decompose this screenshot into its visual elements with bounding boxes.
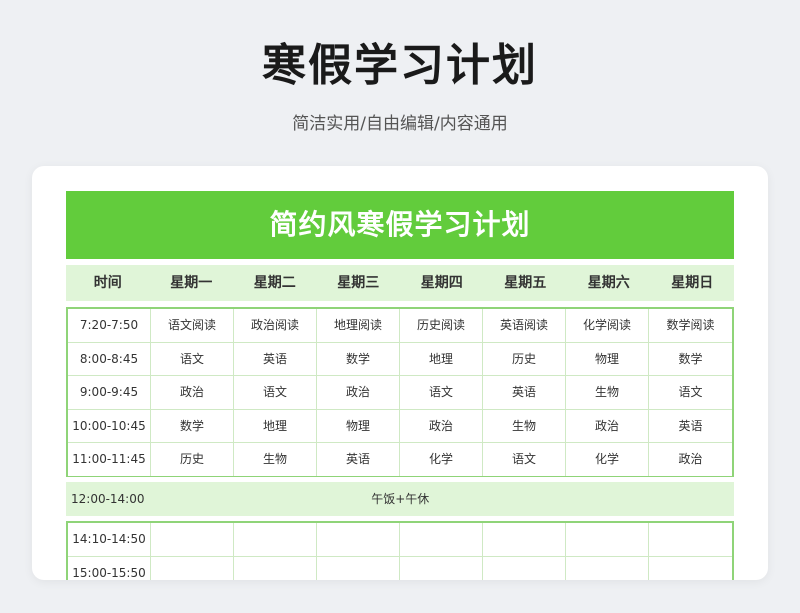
header-row: 时间 星期一 星期二 星期三 星期四 星期五 星期六 星期日	[66, 265, 734, 301]
subject-cell[interactable]	[566, 522, 649, 556]
subject-cell[interactable]: 语文	[234, 376, 317, 409]
subject-cell[interactable]: 数学	[317, 342, 400, 376]
subject-cell[interactable]: 英语	[483, 376, 566, 409]
plan-sheet: 简约风寒假学习计划 时间 星期一 星期二 星期三 星期四 星期五 星期六 星期日…	[66, 191, 734, 580]
time-cell[interactable]: 14:10-14:50	[68, 522, 151, 556]
subject-cell[interactable]	[317, 556, 400, 580]
lunch-time: 12:00-14:00	[71, 491, 145, 506]
subject-cell[interactable]	[400, 522, 483, 556]
header-cell: 星期四	[420, 275, 463, 291]
time-cell[interactable]: 8:00-8:45	[68, 342, 151, 376]
subject-cell[interactable]: 政治	[151, 376, 234, 409]
afternoon-schedule: 14:10-14:50 15:00-15:50	[66, 520, 734, 580]
subject-cell[interactable]: 英语阅读	[483, 309, 566, 342]
subject-cell[interactable]: 数学	[649, 343, 732, 376]
header-cell: 星期二	[253, 275, 296, 291]
page-title: 寒假学习计划	[262, 40, 538, 91]
subject-cell[interactable]: 英语	[317, 443, 400, 476]
subject-cell[interactable]: 生物	[566, 376, 649, 409]
subject-cell[interactable]: 历史	[151, 443, 234, 476]
subject-cell[interactable]: 语文	[483, 443, 566, 476]
subject-cell[interactable]: 地理阅读	[317, 309, 400, 342]
table-row: 14:10-14:50	[68, 522, 732, 557]
page-subtitle: 简洁实用/自由编辑/内容通用	[292, 114, 508, 134]
table-row: 11:00-11:45 历史 生物 英语 化学 语文 化学 政治	[68, 443, 732, 476]
plan-card: 简约风寒假学习计划 时间 星期一 星期二 星期三 星期四 星期五 星期六 星期日…	[32, 166, 768, 580]
table-row: 8:00-8:45 语文 英语 数学 地理 历史 物理 数学	[68, 342, 732, 377]
table-row: 9:00-9:45 政治 语文 政治 语文 英语 生物 语文	[68, 376, 732, 410]
time-cell[interactable]: 15:00-15:50	[68, 556, 151, 580]
subject-cell[interactable]: 政治	[566, 409, 649, 443]
subject-cell[interactable]	[400, 556, 483, 580]
subject-cell[interactable]	[234, 522, 317, 556]
morning-schedule: 7:20-7:50 语文阅读 政治阅读 地理阅读 历史阅读 英语阅读 化学阅读 数学阅读 8:0…	[66, 307, 734, 477]
subject-cell[interactable]: 数学阅读	[649, 309, 732, 342]
subject-cell[interactable]: 政治	[649, 443, 732, 476]
header-cell: 时间	[93, 275, 122, 291]
lunch-text: 午饭+午休	[371, 491, 430, 506]
subject-cell[interactable]	[151, 522, 234, 556]
subject-cell[interactable]	[483, 556, 566, 580]
sheet-banner: 简约风寒假学习计划	[66, 191, 734, 259]
subject-cell[interactable]	[566, 556, 649, 580]
header-cell: 星期六	[587, 275, 630, 291]
subject-cell[interactable]	[649, 523, 732, 556]
header-cell: 星期五	[504, 275, 547, 291]
subject-cell[interactable]: 政治	[400, 409, 483, 443]
table-row: 7:20-7:50 语文阅读 政治阅读 地理阅读 历史阅读 英语阅读 化学阅读 数学阅读	[68, 309, 732, 343]
subject-cell[interactable]: 语文	[151, 342, 234, 376]
subject-cell[interactable]: 物理	[317, 409, 400, 443]
time-cell[interactable]: 10:00-10:45	[68, 409, 151, 443]
subject-cell[interactable]	[234, 556, 317, 580]
header-cell: 星期三	[337, 275, 380, 291]
header-cell: 星期日	[671, 275, 714, 291]
time-cell[interactable]: 7:20-7:50	[68, 309, 151, 342]
subject-cell[interactable]: 历史	[483, 342, 566, 376]
lunch-row: 12:00-14:00 午饭+午休	[66, 481, 734, 516]
time-cell[interactable]: 11:00-11:45	[68, 443, 151, 476]
subject-cell[interactable]: 地理	[234, 409, 317, 443]
table-row: 15:00-15:50	[68, 556, 732, 580]
subject-cell[interactable]: 地理	[400, 342, 483, 376]
subject-cell[interactable]: 语文阅读	[151, 309, 234, 342]
subject-cell[interactable]: 化学	[400, 443, 483, 476]
subject-cell[interactable]: 生物	[234, 443, 317, 476]
subject-cell[interactable]: 政治阅读	[234, 309, 317, 342]
subject-cell[interactable]	[151, 556, 234, 580]
table-row: 10:00-10:45 数学 地理 物理 政治 生物 政治 英语	[68, 409, 732, 444]
subject-cell[interactable]: 语文	[649, 376, 732, 409]
subject-cell[interactable]: 化学	[566, 443, 649, 476]
header-cell: 星期一	[170, 275, 213, 291]
time-cell[interactable]: 9:00-9:45	[68, 376, 151, 409]
subject-cell[interactable]: 物理	[566, 342, 649, 376]
subject-cell[interactable]: 政治	[317, 376, 400, 409]
subject-cell[interactable]: 数学	[151, 409, 234, 443]
subject-cell[interactable]: 语文	[400, 376, 483, 409]
subject-cell[interactable]: 历史阅读	[400, 309, 483, 342]
subject-cell[interactable]: 生物	[483, 409, 566, 443]
subject-cell[interactable]: 化学阅读	[566, 309, 649, 342]
subject-cell[interactable]: 英语	[649, 410, 732, 443]
subject-cell[interactable]	[483, 522, 566, 556]
subject-cell[interactable]: 英语	[234, 342, 317, 376]
subject-cell[interactable]	[317, 522, 400, 556]
subject-cell[interactable]	[649, 557, 732, 580]
